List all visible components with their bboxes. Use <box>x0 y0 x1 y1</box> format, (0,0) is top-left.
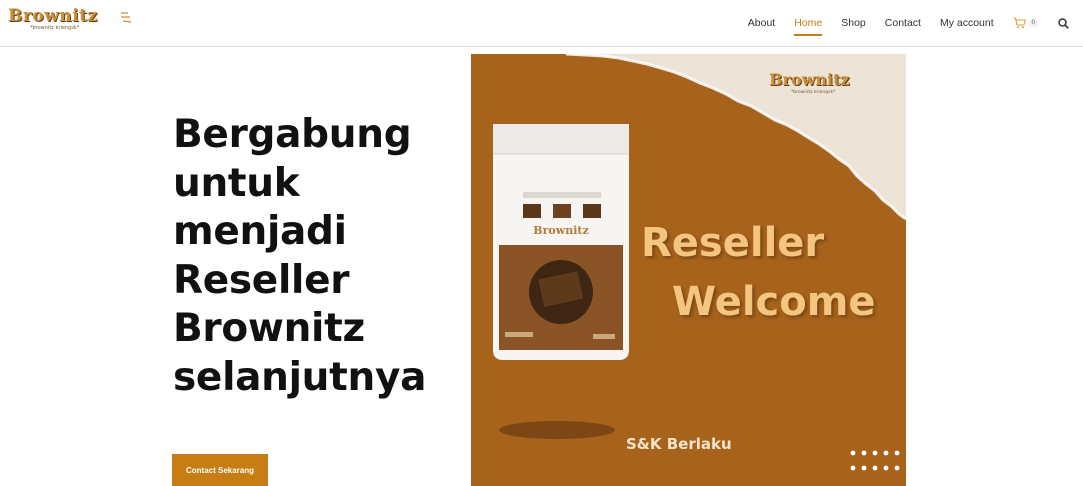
banner-logo-tagline: *brownitz kriengsk* <box>791 90 836 95</box>
cart-count-badge: 0 <box>1028 19 1038 27</box>
reseller-banner: Brownitz *brownitz kriengsk* Brownitz Re… <box>471 54 906 486</box>
nav-item-about[interactable]: About <box>748 17 775 29</box>
banner-logo-text: Brownitz <box>769 70 850 89</box>
nav-item-my-account[interactable]: My account <box>940 17 994 29</box>
nav-item-home[interactable]: Home <box>794 17 823 36</box>
product-pouch-image: Brownitz <box>493 124 629 439</box>
brand-logo-tagline: *brownitz kriengsk* <box>30 25 80 31</box>
search-icon <box>1058 17 1069 29</box>
terms-note: S&K Berlaku <box>626 435 732 453</box>
search-button[interactable] <box>1058 17 1069 29</box>
nav-item-contact[interactable]: Contact <box>885 17 921 29</box>
banner-logo: Brownitz *brownitz kriengsk* <box>769 70 899 100</box>
cart-icon <box>1013 17 1026 29</box>
contact-sekarang-button[interactable]: Contact Sekarang <box>172 454 268 486</box>
banner-welcome-text: Welcome <box>672 279 876 325</box>
brand-logo[interactable]: Brownitz *brownitz kriengsk* <box>8 6 148 34</box>
site-header: Brownitz *brownitz kriengsk* About Home … <box>0 0 1083 47</box>
brand-logo-text: Brownitz <box>8 6 98 26</box>
main-nav: About Home Shop Contact My account 0 <box>748 0 1083 46</box>
banner-reseller-text: Reseller <box>641 220 825 266</box>
dots-decoration <box>850 450 900 471</box>
logo-swish-icon <box>121 12 132 23</box>
hero-heading: Bergabung untuk menjadi Reseller Brownit… <box>173 112 427 400</box>
nav-item-shop[interactable]: Shop <box>841 17 866 29</box>
pouch-brand-text: Brownitz <box>533 224 588 237</box>
cart-button[interactable]: 0 <box>1013 17 1038 29</box>
